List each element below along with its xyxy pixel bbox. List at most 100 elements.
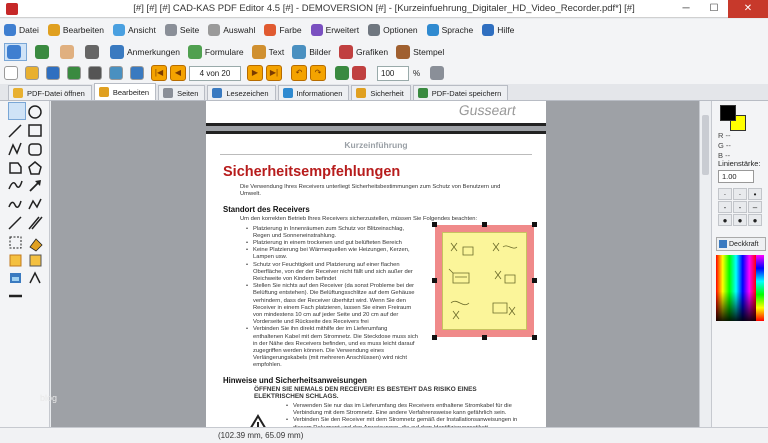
menu-auswahl[interactable]: Auswahl xyxy=(208,24,255,36)
pentagon-tool-icon[interactable] xyxy=(28,161,42,175)
text-select-button[interactable] xyxy=(35,45,52,59)
maximize-button[interactable]: ☐ xyxy=(700,0,728,18)
line-style-option[interactable]: · xyxy=(718,188,732,200)
minimize-button[interactable]: ─ xyxy=(672,0,700,18)
zoom-input[interactable]: 100 xyxy=(377,65,409,81)
pdf-page[interactable]: Kurzeinführung Sicherheitsempfehlungen D… xyxy=(206,131,546,427)
tab-lesezeichen[interactable]: Lesezeichen xyxy=(207,85,276,100)
menu-ansicht[interactable]: Ansicht xyxy=(112,24,156,36)
page-indicator[interactable]: 4 von 20 xyxy=(189,65,241,81)
zoom-in-icon[interactable] xyxy=(335,66,349,80)
undo-button[interactable]: ↶ xyxy=(291,65,307,81)
grafiken-button[interactable]: Grafiken xyxy=(338,45,389,59)
tab-informationen[interactable]: Informationen xyxy=(277,85,350,100)
zoom-out-icon[interactable] xyxy=(352,66,366,80)
menu-datei[interactable]: Datei xyxy=(4,24,39,36)
close-button[interactable]: ✕ xyxy=(728,0,768,18)
tab-pdf-datei-speichern[interactable]: PDF-Datei speichern xyxy=(412,85,509,100)
resize-handle-sw[interactable] xyxy=(432,335,437,340)
hand-button[interactable] xyxy=(60,45,77,59)
resize-handle-ne[interactable] xyxy=(532,222,537,227)
hue-slider[interactable] xyxy=(756,255,764,321)
opacity-button[interactable]: Deckkraft xyxy=(716,237,766,251)
caret-tool-icon[interactable] xyxy=(29,271,41,284)
color-spectrum-picker[interactable] xyxy=(716,255,756,321)
resize-handle-nw[interactable] xyxy=(432,222,437,227)
window-controls: ─ ☐ ✕ xyxy=(672,0,768,18)
resize-handle-se[interactable] xyxy=(532,335,537,340)
eyedropper-button[interactable] xyxy=(85,45,102,59)
menu-bearbeiten[interactable]: Bearbeiten xyxy=(47,24,104,36)
selected-image-annotation[interactable] xyxy=(432,222,537,340)
toolbar-label: Grafiken xyxy=(355,47,389,57)
formulare-button[interactable]: Formulare xyxy=(187,45,244,59)
opacity-label: Deckkraft xyxy=(729,240,759,248)
rotate-icon[interactable] xyxy=(130,66,144,80)
polygon-tool-icon[interactable] xyxy=(9,162,22,174)
vertical-scrollbar[interactable] xyxy=(699,101,711,427)
first-page-button[interactable]: |◀ xyxy=(151,65,167,81)
tab-sicherheit[interactable]: Sicherheit xyxy=(351,85,411,100)
diagonal-line-tool-icon[interactable] xyxy=(8,216,22,230)
rounded-rect-tool-icon[interactable] xyxy=(28,143,42,156)
info-icon xyxy=(282,88,293,98)
image-tool-icon[interactable] xyxy=(10,273,21,283)
freehand-tool-icon[interactable] xyxy=(28,198,42,210)
save-as-icon[interactable] xyxy=(67,66,81,80)
ellipse-tool-icon[interactable] xyxy=(28,105,42,119)
line-style-option[interactable]: ● xyxy=(733,214,747,226)
fit-page-icon[interactable] xyxy=(430,66,445,80)
line-style-option[interactable]: ‒ xyxy=(748,201,762,213)
menu-optionen[interactable]: Optionen xyxy=(368,24,418,36)
next-page-button[interactable]: ▶ xyxy=(247,65,263,81)
select-arrow-button[interactable] xyxy=(4,43,27,61)
resize-handle-e[interactable] xyxy=(532,278,537,283)
scan-icon[interactable] xyxy=(109,66,123,80)
crop-tool-icon[interactable] xyxy=(9,254,22,267)
resize-handle-s[interactable] xyxy=(482,335,487,340)
document-canvas[interactable]: Gusseart Kurzeinführung Sicherheitsempfe… xyxy=(51,101,699,427)
menu-seite[interactable]: Seite xyxy=(164,24,199,36)
polyline-tool-icon[interactable] xyxy=(8,142,22,156)
tab-pdf-datei-öffnen[interactable]: PDF-Datei öffnen xyxy=(8,85,92,100)
transform-tool-icon[interactable] xyxy=(29,254,42,267)
open-icon[interactable] xyxy=(25,66,39,80)
stempel-button[interactable]: Stempel xyxy=(396,45,444,59)
line-tool-icon[interactable] xyxy=(8,124,22,138)
line-style-option[interactable]: - xyxy=(733,201,747,213)
tab-seiten[interactable]: Seiten xyxy=(158,85,206,100)
double-line-tool-icon[interactable] xyxy=(28,216,43,230)
menu-farbe[interactable]: Farbe xyxy=(264,24,302,36)
scrollbar-thumb[interactable] xyxy=(702,115,709,175)
menu-hilfe[interactable]: Hilfe xyxy=(482,24,514,36)
wave-tool-icon[interactable] xyxy=(8,200,22,208)
last-page-button[interactable]: ▶| xyxy=(266,65,282,81)
redo-button[interactable]: ↷ xyxy=(310,65,326,81)
text-button[interactable]: Text xyxy=(251,45,284,59)
arrow-tool-icon[interactable] xyxy=(29,180,41,192)
foreground-color-swatch[interactable] xyxy=(720,105,736,121)
menu-erweitert[interactable]: Erweitert xyxy=(310,24,359,36)
bilder-button[interactable]: Bilder xyxy=(292,45,331,59)
menu-sprache[interactable]: Sprache xyxy=(426,24,473,36)
anmerkungen-button[interactable]: Anmerkungen xyxy=(110,45,180,59)
text-icon xyxy=(251,45,266,59)
line-style-option[interactable]: - xyxy=(718,201,732,213)
rectangle-tool-icon[interactable] xyxy=(28,124,42,137)
line-style-option[interactable]: • xyxy=(748,188,762,200)
curve-tool-icon[interactable] xyxy=(8,180,23,190)
line-width-select[interactable]: 1.00 xyxy=(718,170,754,183)
marquee-tool-icon[interactable] xyxy=(9,236,22,249)
resize-handle-n[interactable] xyxy=(482,222,487,227)
prev-page-button[interactable]: ◀ xyxy=(170,65,186,81)
new-icon[interactable] xyxy=(4,66,18,80)
line-style-option[interactable]: ● xyxy=(718,214,732,226)
list-item: Keine Platzierung bei Wärmequellen wie H… xyxy=(246,247,418,261)
tab-bearbeiten[interactable]: Bearbeiten xyxy=(93,83,157,100)
resize-handle-w[interactable] xyxy=(432,278,437,283)
fill-tool-icon[interactable] xyxy=(29,238,43,252)
print-icon[interactable] xyxy=(88,66,102,80)
save-icon[interactable] xyxy=(46,66,60,80)
line-style-option[interactable]: ● xyxy=(748,214,762,226)
line-style-option[interactable]: · xyxy=(733,188,747,200)
